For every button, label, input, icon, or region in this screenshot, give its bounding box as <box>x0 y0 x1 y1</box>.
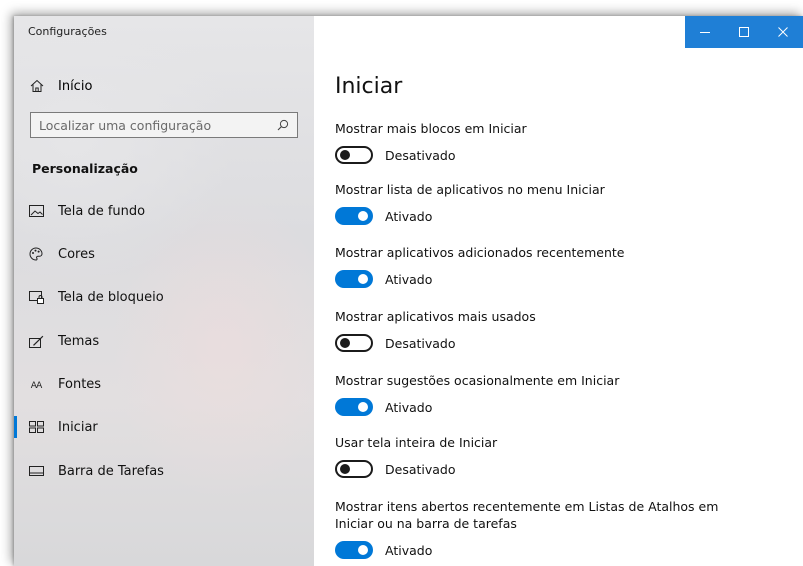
sidebar-item-label: Tela de bloqueio <box>58 289 164 305</box>
sidebar-item-fontes[interactable]: AA Fontes <box>14 369 314 399</box>
setting-label: Mostrar aplicativos mais usados <box>335 309 536 324</box>
setting-5: Usar tela inteira de Iniciar Desativado <box>335 434 755 478</box>
setting-2: Mostrar aplicativos adicionados recentem… <box>335 244 755 288</box>
toggle-switch[interactable] <box>335 207 373 225</box>
setting-3: Mostrar aplicativos mais usados Desativad… <box>335 308 755 352</box>
toggle-knob <box>340 338 350 348</box>
toggle-state-label: Ativado <box>385 208 433 224</box>
taskbar-icon <box>28 464 44 478</box>
setting-label: Mostrar itens abertos recentemente em Li… <box>335 499 719 531</box>
page-title: Iniciar <box>335 74 403 99</box>
toggle-state-label: Ativado <box>385 271 433 287</box>
setting-0: Mostrar mais blocos em Iniciar Desativado <box>335 120 755 164</box>
toggle-state-label: Ativado <box>385 399 433 415</box>
brush-icon <box>28 334 44 348</box>
close-button[interactable] <box>763 16 802 48</box>
home-icon <box>30 79 44 92</box>
search-icon[interactable] <box>277 119 289 131</box>
titlebar-controls <box>685 16 803 48</box>
picture-icon <box>28 204 44 218</box>
toggle-knob <box>340 464 350 474</box>
setting-label: Mostrar aplicativos adicionados recentem… <box>335 245 625 260</box>
minimize-icon <box>699 32 710 33</box>
toggle-switch[interactable] <box>335 541 373 559</box>
setting-4: Mostrar sugestões ocasionalmente em Inic… <box>335 372 755 416</box>
search-box[interactable] <box>30 112 298 138</box>
toggle-switch[interactable] <box>335 460 373 478</box>
main-content: Iniciar Mostrar mais blocos em Iniciar De… <box>314 16 803 566</box>
sidebar: Configurações Início Personalização Tela… <box>14 16 314 566</box>
sidebar-item-label: Iniciar <box>58 419 98 435</box>
toggle-knob <box>358 402 368 412</box>
toggle-knob <box>358 274 368 284</box>
toggle-row[interactable]: Desativado <box>335 146 755 164</box>
toggle-switch[interactable] <box>335 146 373 164</box>
toggle-row[interactable]: Ativado <box>335 270 755 288</box>
setting-6: Mostrar itens abertos recentemente em Li… <box>335 498 755 559</box>
toggle-row[interactable]: Ativado <box>335 541 755 559</box>
sidebar-item-home[interactable]: Início <box>30 74 92 98</box>
toggle-switch[interactable] <box>335 270 373 288</box>
sidebar-item-label: Tela de fundo <box>58 203 146 219</box>
start-icon <box>28 420 44 434</box>
toggle-state-label: Desativado <box>385 335 456 351</box>
toggle-row[interactable]: Desativado <box>335 334 755 352</box>
lock-screen-icon <box>28 290 44 304</box>
toggle-knob <box>358 545 368 555</box>
sidebar-item-label: Fontes <box>58 376 102 392</box>
toggle-state-label: Ativado <box>385 542 433 558</box>
toggle-state-label: Desativado <box>385 147 456 163</box>
sidebar-item-barra-de-tarefas[interactable]: Barra de Tarefas <box>14 456 314 486</box>
toggle-state-label: Desativado <box>385 461 456 477</box>
toggle-knob <box>358 211 368 221</box>
search-input[interactable] <box>31 113 271 137</box>
setting-label: Mostrar mais blocos em Iniciar <box>335 121 527 136</box>
section-title: Personalização <box>32 161 138 176</box>
sidebar-item-label: Cores <box>58 246 95 262</box>
minimize-button[interactable] <box>685 16 724 48</box>
toggle-switch[interactable] <box>335 398 373 416</box>
toggle-knob <box>340 150 350 160</box>
sidebar-item-tela-de-bloqueio[interactable]: Tela de bloqueio <box>14 282 314 312</box>
sidebar-item-iniciar[interactable]: Iniciar <box>14 412 314 442</box>
setting-1: Mostrar lista de aplicativos no menu Ini… <box>335 181 755 225</box>
palette-icon <box>28 247 44 261</box>
setting-label: Usar tela inteira de Iniciar <box>335 435 498 450</box>
close-icon <box>777 27 788 37</box>
maximize-icon <box>738 27 749 37</box>
home-label: Início <box>58 78 93 94</box>
toggle-row[interactable]: Ativado <box>335 398 755 416</box>
app-title: Configurações <box>28 25 107 38</box>
font-icon: AA <box>30 380 43 391</box>
maximize-button[interactable] <box>724 16 763 48</box>
sidebar-item-cores[interactable]: Cores <box>14 239 314 269</box>
settings-window: Configurações Início Personalização Tela… <box>14 16 803 566</box>
toggle-switch[interactable] <box>335 334 373 352</box>
sidebar-item-tela-de-fundo[interactable]: Tela de fundo <box>14 196 314 226</box>
sidebar-item-temas[interactable]: Temas <box>14 326 314 356</box>
toggle-row[interactable]: Ativado <box>335 207 755 225</box>
sidebar-item-label: Temas <box>58 333 100 349</box>
sidebar-item-label: Barra de Tarefas <box>58 463 164 479</box>
toggle-row[interactable]: Desativado <box>335 460 755 478</box>
setting-label: Mostrar sugestões ocasionalmente em Inic… <box>335 373 620 388</box>
setting-label: Mostrar lista de aplicativos no menu Ini… <box>335 182 605 197</box>
